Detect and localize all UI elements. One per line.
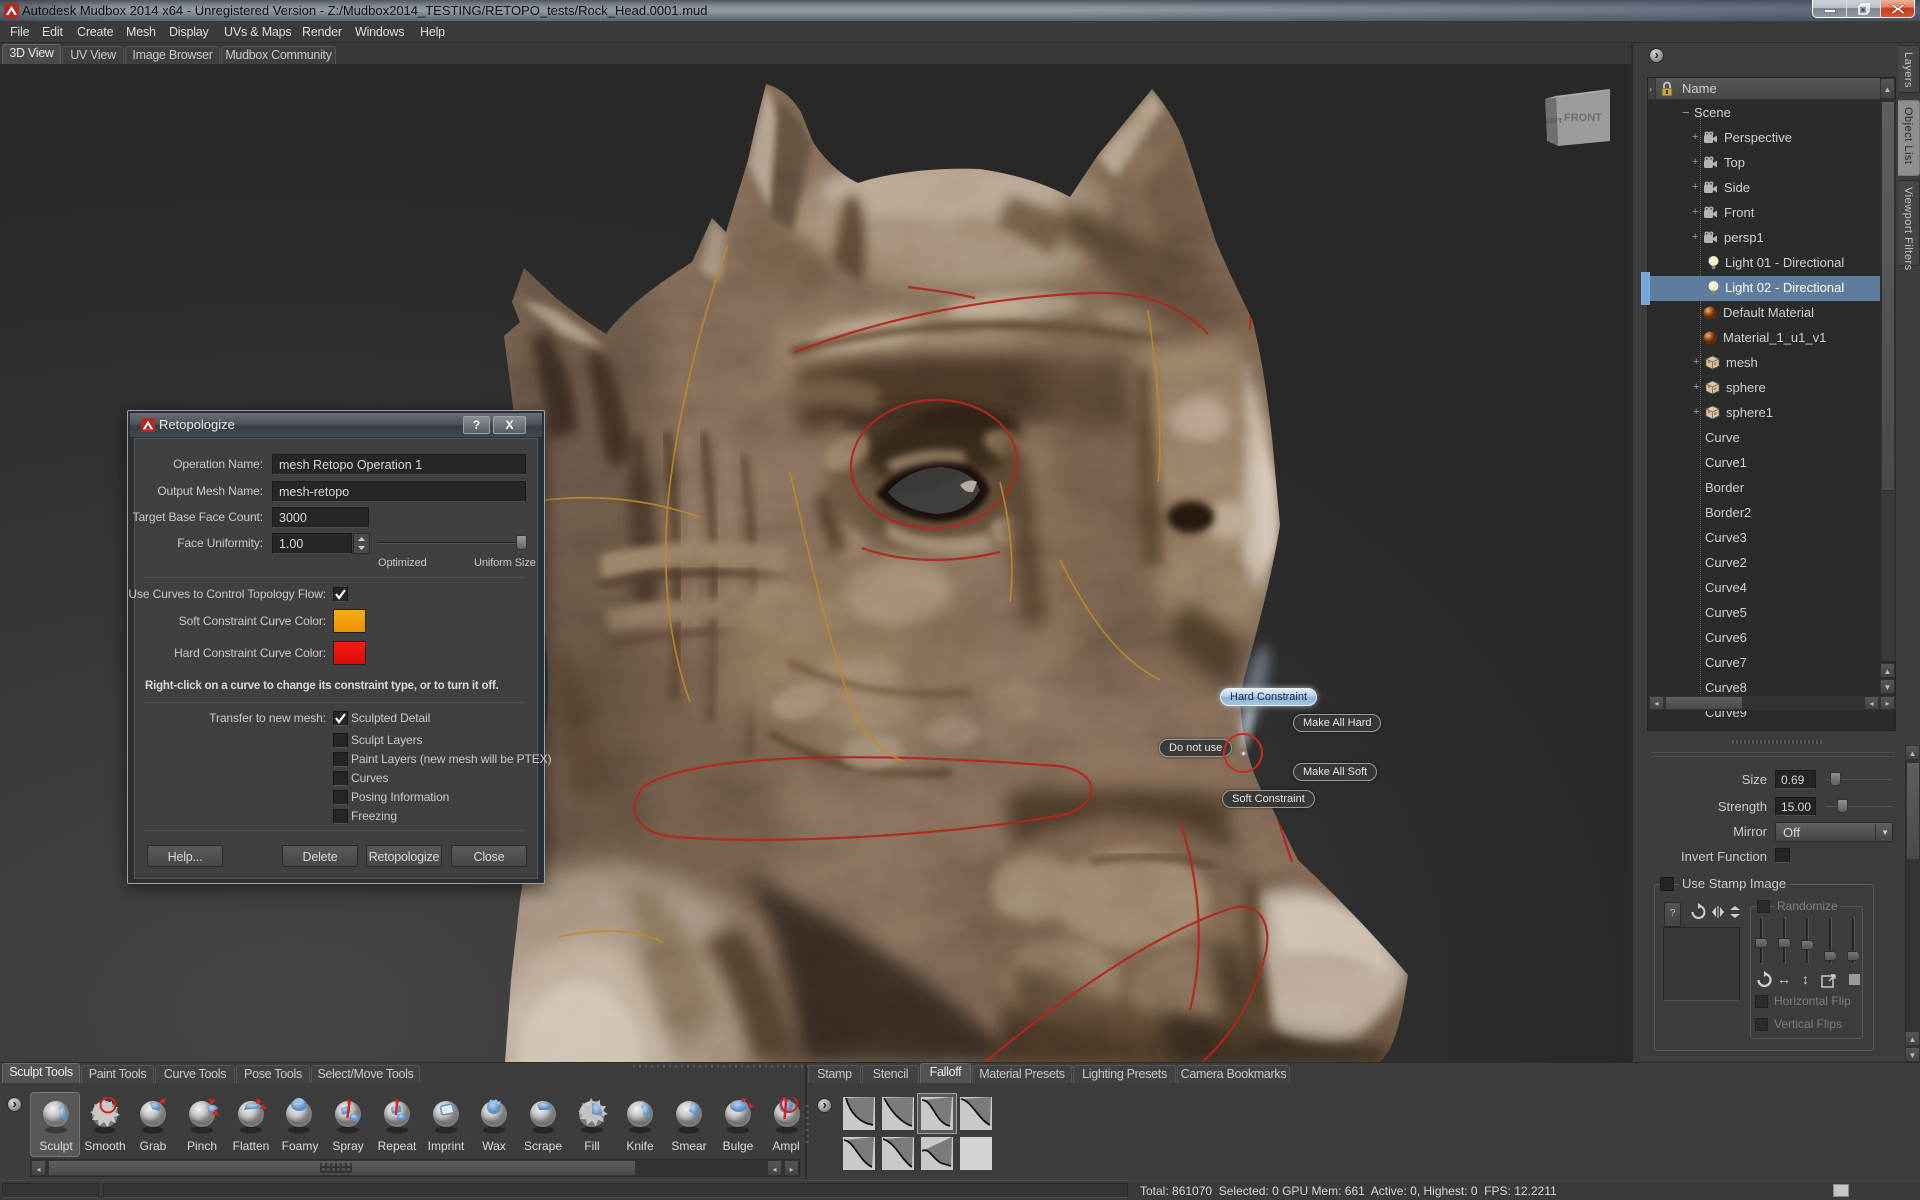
- svg-text:LEFT: LEFT: [1546, 118, 1562, 125]
- svg-text:FRONT: FRONT: [1564, 112, 1602, 124]
